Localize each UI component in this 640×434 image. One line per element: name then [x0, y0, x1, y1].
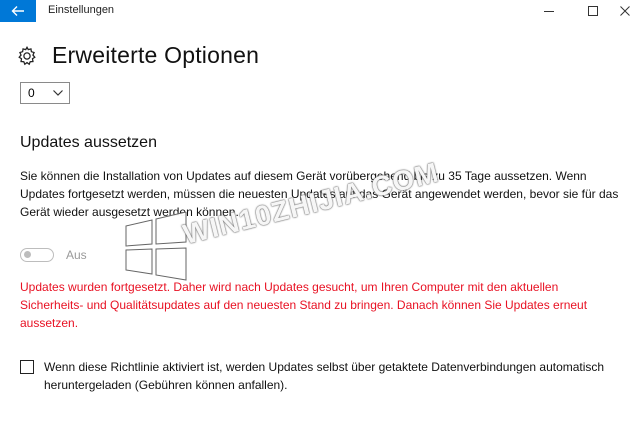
gear-icon — [18, 45, 36, 65]
pause-updates-toggle[interactable] — [20, 248, 54, 262]
maximize-icon — [588, 6, 598, 16]
windows-logo-icon — [125, 212, 187, 281]
pause-updates-toggle-row: Aus — [20, 248, 87, 262]
dropdown-value: 0 — [28, 86, 35, 100]
title-bar: Einstellungen — [0, 0, 640, 22]
back-button[interactable] — [0, 0, 36, 22]
section-description: Sie können die Installation von Updates … — [20, 169, 619, 219]
maximize-button[interactable] — [578, 0, 608, 22]
section-title: Updates aussetzen — [20, 134, 157, 151]
page-header: Erweiterte Optionen — [16, 42, 259, 69]
close-button[interactable] — [610, 0, 640, 22]
page-title: Erweiterte Optionen — [52, 42, 260, 68]
close-icon — [620, 6, 630, 16]
minimize-icon — [544, 11, 554, 12]
metered-download-checkbox[interactable] — [20, 360, 34, 374]
window-title: Einstellungen — [48, 4, 115, 16]
back-arrow-icon — [11, 6, 24, 16]
days-dropdown[interactable]: 0 — [20, 82, 70, 104]
metered-download-label: Wenn diese Richtlinie aktiviert ist, wer… — [44, 360, 605, 392]
minimize-button[interactable] — [534, 0, 564, 22]
toggle-knob — [24, 251, 31, 258]
toggle-state-label: Aus — [66, 248, 87, 262]
resume-warning-text: Updates wurden fortgesetzt. Daher wird n… — [20, 280, 588, 330]
chevron-down-icon — [53, 90, 63, 96]
metered-download-option: Wenn diese Richtlinie aktiviert ist, wer… — [20, 358, 634, 394]
